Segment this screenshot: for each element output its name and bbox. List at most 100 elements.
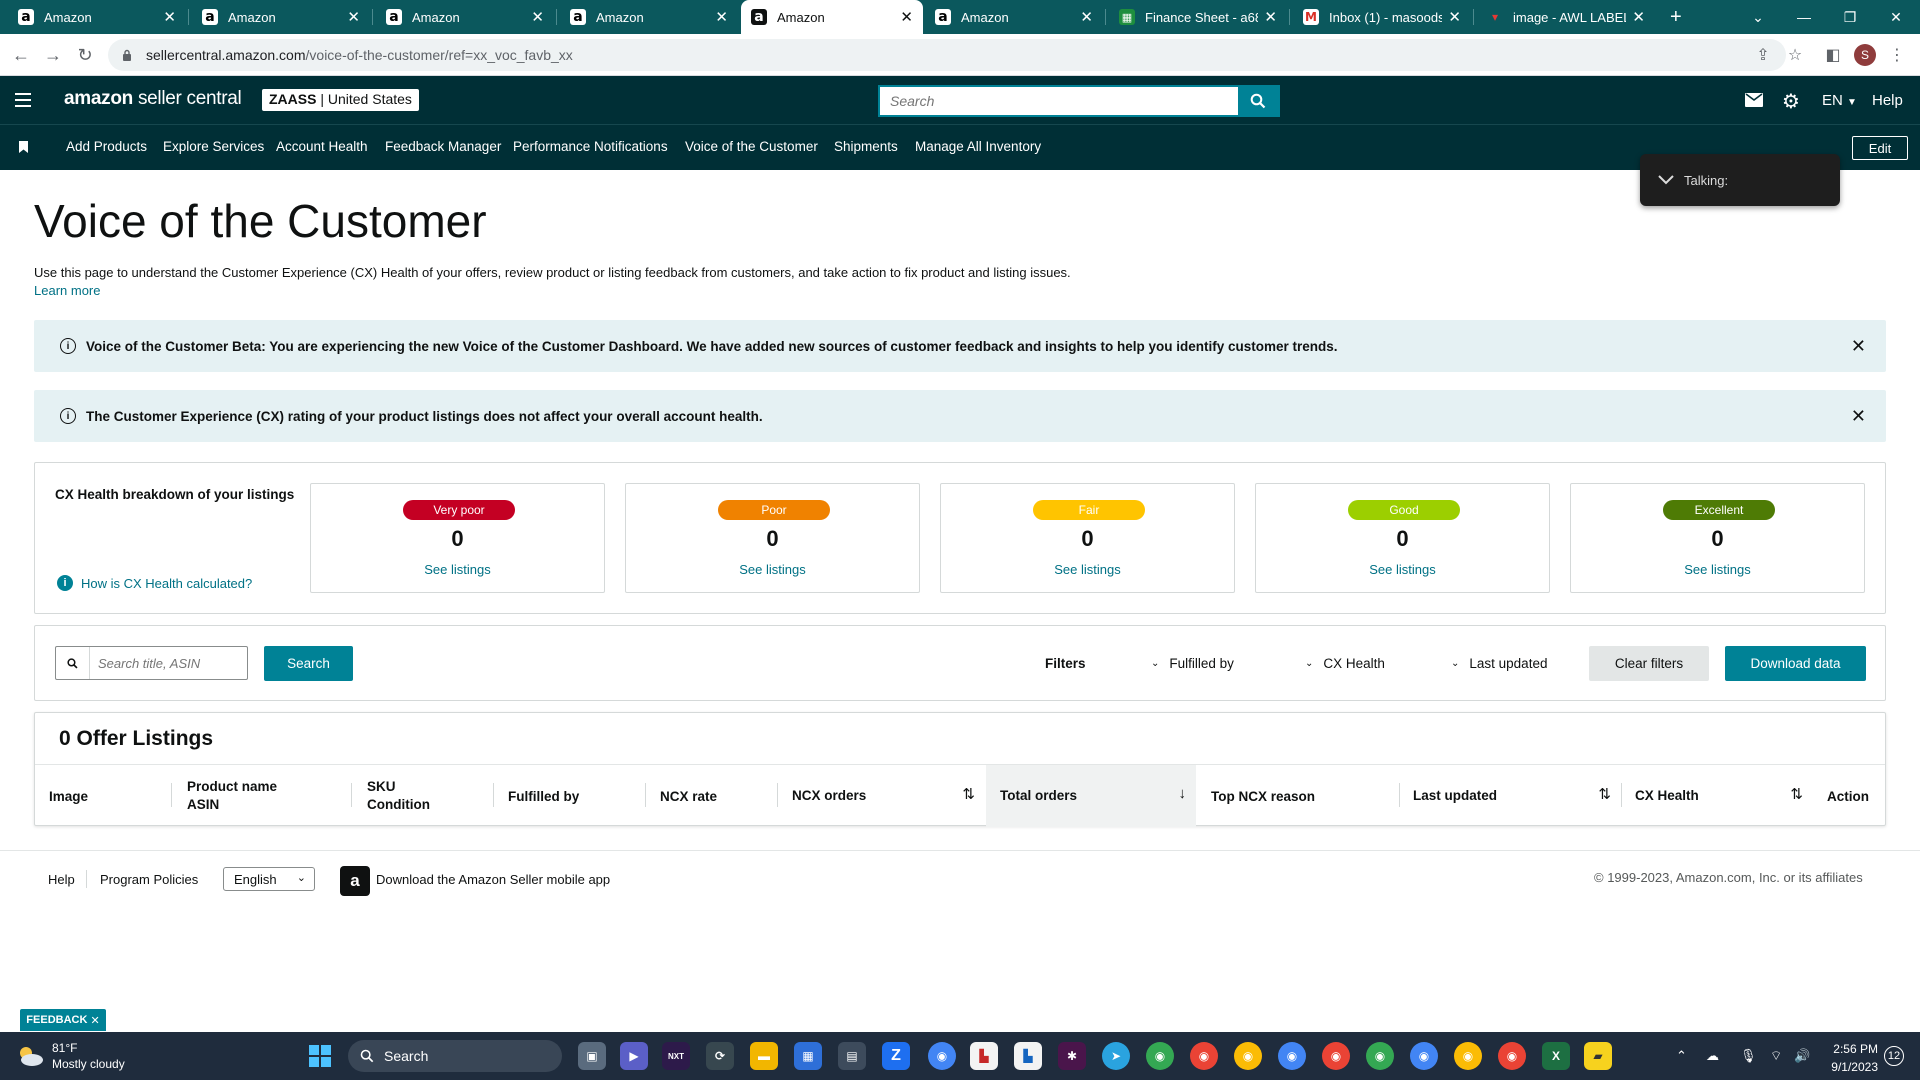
seller-central-logo[interactable]: amazon seller central — [64, 88, 242, 110]
bookmark-star-icon[interactable]: ☆ — [1784, 44, 1806, 66]
mail-icon[interactable] — [1745, 93, 1763, 107]
taskbar-search[interactable]: Search — [348, 1040, 562, 1072]
reload-icon[interactable]: ↻ — [72, 42, 98, 68]
restore-icon[interactable]: ❐ — [1827, 0, 1873, 34]
footer-program-policies-link[interactable]: Program Policies — [100, 872, 198, 887]
nav-feedback-manager[interactable]: Feedback Manager — [385, 139, 501, 154]
chrome-icon[interactable]: ◉ — [1410, 1042, 1438, 1070]
sort-descending-icon[interactable]: ↓ — [1179, 785, 1187, 802]
browser-tab[interactable]: a Amazon ✕ — [925, 0, 1103, 34]
chevron-up-icon[interactable]: ⌃ — [1676, 1048, 1687, 1064]
chrome-icon[interactable]: ◉ — [1190, 1042, 1218, 1070]
calculator-icon[interactable]: ▤ — [838, 1042, 866, 1070]
chrome-icon[interactable]: ◉ — [1366, 1042, 1394, 1070]
side-panel-icon[interactable]: ◧ — [1822, 44, 1844, 66]
sort-icon[interactable]: ⇅ — [1790, 785, 1803, 803]
cx-health-dropdown[interactable]: ⌄ CX Health — [1305, 656, 1385, 671]
profile-avatar[interactable]: S — [1854, 44, 1876, 66]
browser-tab[interactable]: M Inbox (1) - masoodsaf ✕ — [1293, 0, 1471, 34]
cx-health-calc-link[interactable]: i How is CX Health calculated? — [57, 575, 252, 591]
see-listings-link[interactable]: See listings — [1571, 562, 1864, 577]
minimize-icon[interactable]: — — [1781, 0, 1827, 34]
talking-indicator[interactable]: Talking: — [1640, 154, 1840, 206]
close-tab-icon[interactable]: ✕ — [1080, 8, 1093, 26]
last-updated-dropdown[interactable]: ⌄ Last updated — [1451, 656, 1547, 671]
nav-performance-notifications[interactable]: Performance Notifications — [513, 139, 668, 154]
volume-icon[interactable]: 🔊 — [1794, 1048, 1810, 1064]
microphone-icon[interactable]: 🎙 — [1740, 1048, 1757, 1064]
help-link[interactable]: Help — [1872, 92, 1903, 109]
windows-start-icon[interactable] — [309, 1045, 331, 1067]
sticky-notes-icon[interactable]: ▰ — [1584, 1042, 1612, 1070]
browser-tab[interactable]: a Amazon ✕ — [8, 0, 186, 34]
learn-more-link[interactable]: Learn more — [34, 283, 100, 298]
mobile-app-link[interactable]: Download the Amazon Seller mobile app — [376, 872, 610, 887]
browser-tab-active[interactable]: a Amazon ✕ — [741, 0, 923, 34]
sort-icon[interactable]: ⇅ — [962, 785, 975, 803]
zoom-icon[interactable]: Z — [882, 1042, 910, 1070]
column-header-cx-health[interactable]: CX Health ⇅ — [1621, 765, 1813, 827]
close-tab-icon[interactable]: ✕ — [1632, 8, 1645, 26]
edit-nav-button[interactable]: Edit — [1852, 136, 1908, 160]
file-explorer-icon[interactable]: ▬ — [750, 1042, 778, 1070]
nav-voice-of-the-customer[interactable]: Voice of the Customer — [685, 139, 818, 154]
bookmark-icon[interactable] — [19, 141, 28, 153]
close-tab-icon[interactable]: ✕ — [347, 8, 360, 26]
column-header-last-updated[interactable]: Last updated ⇅ — [1399, 765, 1621, 827]
download-data-button[interactable]: Download data — [1725, 646, 1866, 681]
nav-explore-services[interactable]: Explore Services — [163, 139, 264, 154]
see-listings-link[interactable]: See listings — [626, 562, 919, 577]
taskbar-clock[interactable]: 2:56 PM 9/1/2023 — [1818, 1040, 1878, 1076]
close-tab-icon[interactable]: ✕ — [531, 8, 544, 26]
close-tab-icon[interactable]: ✕ — [715, 8, 728, 26]
hamburger-menu-icon[interactable] — [15, 93, 31, 107]
task-view-icon[interactable]: ▣ — [578, 1042, 606, 1070]
footer-help-link[interactable]: Help — [48, 872, 75, 887]
tab-search-icon[interactable]: ⌄ — [1735, 0, 1781, 34]
onedrive-icon[interactable]: ☁ — [1706, 1048, 1719, 1064]
new-tab-button[interactable]: + — [1660, 0, 1692, 34]
slack-icon[interactable]: ✱ — [1058, 1042, 1086, 1070]
share-icon[interactable]: ⇪ — [1752, 44, 1774, 66]
header-search-button[interactable] — [1238, 87, 1278, 115]
clear-filters-button[interactable]: Clear filters — [1589, 646, 1709, 681]
chrome-icon[interactable]: ◉ — [1146, 1042, 1174, 1070]
browser-tab[interactable]: a Amazon ✕ — [560, 0, 738, 34]
chrome-icon[interactable]: ◉ — [1234, 1042, 1262, 1070]
sort-icon[interactable]: ⇅ — [1598, 785, 1611, 803]
column-header-total-orders[interactable]: Total orders ↓ — [986, 765, 1196, 827]
fulfilled-by-dropdown[interactable]: ⌄ Fulfilled by — [1151, 656, 1234, 671]
close-window-icon[interactable]: ✕ — [1873, 0, 1919, 34]
chrome-icon[interactable]: ◉ — [1498, 1042, 1526, 1070]
wifi-icon[interactable]: ⌔ — [1770, 1048, 1782, 1064]
browser-tab[interactable]: a Amazon ✕ — [192, 0, 370, 34]
store-switcher[interactable]: ZAASS | United States — [262, 89, 419, 111]
feedback-tab[interactable]: FEEDBACK ✕ — [20, 1009, 106, 1031]
excel-icon[interactable]: X — [1542, 1042, 1570, 1070]
close-tab-icon[interactable]: ✕ — [900, 8, 913, 26]
chrome-icon[interactable]: ◉ — [928, 1042, 956, 1070]
chart-app-icon[interactable]: ▙ — [970, 1042, 998, 1070]
settings-gear-icon[interactable]: ⚙ — [1782, 89, 1800, 114]
close-tab-icon[interactable]: ✕ — [1448, 8, 1461, 26]
nav-manage-all-inventory[interactable]: Manage All Inventory — [915, 139, 1041, 154]
header-search-input[interactable] — [880, 87, 1238, 115]
notification-badge[interactable]: 12 — [1884, 1046, 1904, 1066]
weather-widget[interactable]: 81°F Mostly cloudy — [16, 1040, 125, 1072]
telegram-icon[interactable]: ➤ — [1102, 1042, 1130, 1070]
forward-icon[interactable]: → — [40, 42, 66, 68]
close-icon[interactable]: ✕ — [90, 1014, 99, 1027]
nav-shipments[interactable]: Shipments — [834, 139, 898, 154]
teams-icon[interactable]: ▶ — [620, 1042, 648, 1070]
chrome-icon[interactable]: ◉ — [1278, 1042, 1306, 1070]
browser-tab[interactable]: ▦ Finance Sheet - a68 - ✕ — [1109, 0, 1287, 34]
browser-tab[interactable]: a Amazon ✕ — [376, 0, 554, 34]
close-icon[interactable]: ✕ — [1851, 406, 1866, 427]
search-button[interactable]: Search — [264, 646, 353, 681]
footer-language-select[interactable]: English ⌄ — [223, 867, 315, 891]
calendar-icon[interactable]: ▦ — [794, 1042, 822, 1070]
close-tab-icon[interactable]: ✕ — [1264, 8, 1277, 26]
browser-tab[interactable]: ▾ image - AWL LABEL ✕ — [1477, 0, 1655, 34]
refresh-app-icon[interactable]: ⟳ — [706, 1042, 734, 1070]
address-bar[interactable]: sellercentral.amazon.com/voice-of-the-cu… — [108, 39, 1786, 71]
